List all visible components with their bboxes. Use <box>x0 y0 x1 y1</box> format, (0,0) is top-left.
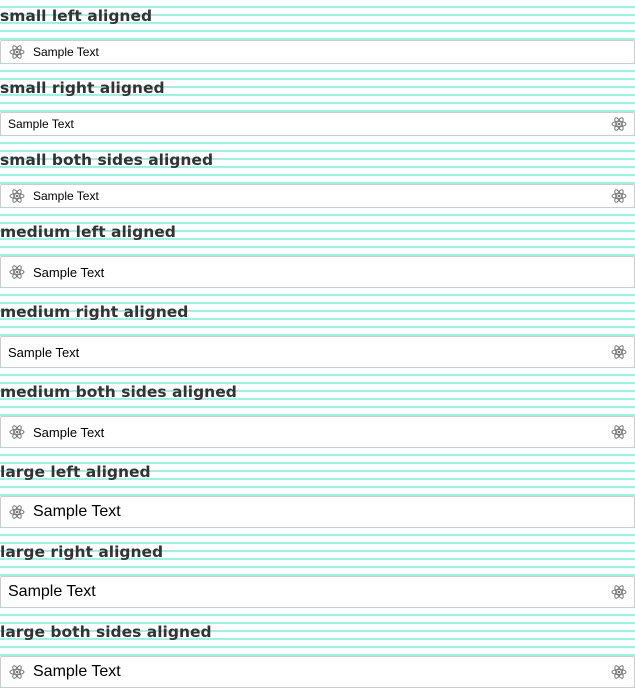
field-value: Sample Text <box>33 189 99 203</box>
atom-icon <box>9 264 25 280</box>
section-heading-medium-both: medium both sides aligned <box>0 383 237 401</box>
atom-icon <box>611 188 627 204</box>
small-right-aligned-field[interactable]: Sample Text <box>0 112 635 136</box>
small-both-sides-aligned-field[interactable]: Sample Text <box>0 184 635 208</box>
atom-icon <box>9 44 25 60</box>
field-value: Sample Text <box>8 117 74 131</box>
atom-icon <box>611 664 627 680</box>
atom-icon <box>9 664 25 680</box>
section-heading-medium-right: medium right aligned <box>0 303 189 321</box>
field-value: Sample Text <box>33 424 105 440</box>
large-left-aligned-field[interactable]: Sample Text <box>0 496 635 528</box>
small-left-aligned-field[interactable]: Sample Text <box>0 40 635 64</box>
section-heading-large-left: large left aligned <box>0 463 151 481</box>
field-value: Sample Text <box>33 45 99 59</box>
section-heading-large-right: large right aligned <box>0 543 164 561</box>
medium-both-sides-aligned-field[interactable]: Sample Text <box>0 416 635 448</box>
atom-icon <box>9 424 25 440</box>
large-both-sides-aligned-field[interactable]: Sample Text <box>0 656 635 688</box>
section-heading-small-both: small both sides aligned <box>0 151 214 169</box>
medium-left-aligned-field[interactable]: Sample Text <box>0 256 635 288</box>
atom-icon <box>611 424 627 440</box>
atom-icon <box>611 584 627 600</box>
field-value: Sample Text <box>33 503 121 520</box>
field-value: Sample Text <box>33 663 121 680</box>
field-value: Sample Text <box>33 264 105 280</box>
section-heading-small-left: small left aligned <box>0 7 153 25</box>
medium-right-aligned-field[interactable]: Sample Text <box>0 336 635 368</box>
section-heading-large-both: large both sides aligned <box>0 623 212 641</box>
section-heading-small-right: small right aligned <box>0 79 165 97</box>
field-value: Sample Text <box>8 583 96 600</box>
large-right-aligned-field[interactable]: Sample Text <box>0 576 635 608</box>
section-heading-medium-left: medium left aligned <box>0 223 176 241</box>
atom-icon <box>9 504 25 520</box>
atom-icon <box>611 344 627 360</box>
field-value: Sample Text <box>8 344 80 360</box>
atom-icon <box>9 188 25 204</box>
atom-icon <box>611 116 627 132</box>
